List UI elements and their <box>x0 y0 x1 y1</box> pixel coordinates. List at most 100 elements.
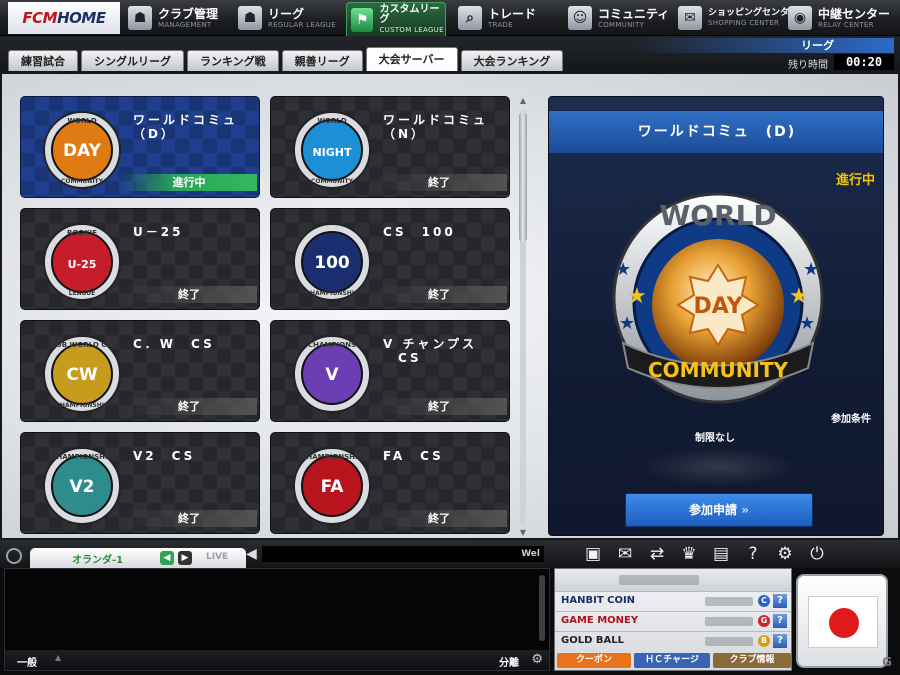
gold-ball-help-button[interactable]: ? <box>773 634 787 648</box>
nav-club-management[interactable]: ☗ クラブ管理 MANAGEMENT <box>124 2 218 34</box>
currency-row-gold-ball: GOLD BALL B ? <box>555 631 791 650</box>
list-scrollbar[interactable]: ▲ ▼ <box>516 96 530 538</box>
tournament-card-world-community-day[interactable]: DAY WORLD COMMUNITY ワールドコミュ （D） 進行中 <box>20 96 260 198</box>
u-25-badge-icon: U-25 ROOKIE LEAGUE <box>43 223 121 301</box>
bottom-toolbar: オランダ-1 ◀ ▶ LIVE ◀ Wel ▣ ✉ ⇄ ♛ ▤ ? ⚙ ⏻ <box>0 540 900 568</box>
tournament-card-cw-cs[interactable]: CW CLUB WORLD CUP CHAMPIONSHIP C．W CS 終了 <box>20 320 260 422</box>
club-flag[interactable] <box>796 574 888 668</box>
gear-icon[interactable]: ⚙ <box>774 543 796 565</box>
scroll-thumb[interactable] <box>519 112 527 242</box>
svg-text:★: ★ <box>615 259 631 280</box>
remaining-time-value: 00:20 <box>834 54 894 70</box>
svg-text:★: ★ <box>627 284 647 309</box>
chat-general-button[interactable]: 一般 <box>17 654 37 669</box>
hanbit-coin-symbol-icon: C <box>758 595 770 607</box>
profile-icon[interactable]: ▣ <box>582 543 604 565</box>
scroll-down-icon[interactable]: ▼ <box>518 528 528 538</box>
cs-100-badge-icon: 100 CHAMPIONSHIP <box>293 223 371 301</box>
hc-charge-button[interactable]: ＨＣチャージ <box>634 653 710 668</box>
tournament-card-world-community-night[interactable]: NIGHT WORLD COMMUNITY ワールドコミュ （N） 終了 <box>270 96 510 198</box>
cw-cs-badge-icon: CW CLUB WORLD CUP CHAMPIONSHIP <box>43 335 121 413</box>
tournament-card-v2-cs[interactable]: V2 CHAMPIONSHIP V2 CS 終了 <box>20 432 260 534</box>
badge-bottom-text: LEAGUE <box>69 290 95 297</box>
emblem-bottom-text: COMMUNITY <box>648 358 789 382</box>
nav-community[interactable]: ☺ コミュニティ COMMUNITY <box>564 2 669 34</box>
channel-next-button[interactable]: ▶ <box>178 551 192 565</box>
badge-top-text: WORLD <box>67 117 97 125</box>
badge-top-text: CLUB WORLD CUP <box>47 341 118 349</box>
tournament-name: ワールドコミュ （N） <box>383 113 489 141</box>
emblem-top-text: WORLD <box>659 199 776 232</box>
tournament-status: 終了 <box>121 398 257 415</box>
channel-prev-button[interactable]: ◀ <box>160 551 174 565</box>
volume-icon[interactable]: ◀ <box>246 546 260 562</box>
nav-custom-league[interactable]: ⚑ カスタムリーグ CUSTOM LEAGUE <box>346 2 446 36</box>
remaining-time-label: 残り時間 <box>788 60 828 71</box>
hanbit-coin-help-button[interactable]: ? <box>773 594 787 608</box>
system-icons: ▣ ✉ ⇄ ♛ ▤ ? ⚙ ⏻ <box>582 543 828 565</box>
tab-friendly-league[interactable]: 親善リーグ <box>281 50 363 71</box>
chat-scrollbar[interactable] <box>539 575 545 641</box>
chat-window[interactable]: 一般 ▲ 分離 ⚙ <box>4 568 550 671</box>
double-chevron-right-icon: » <box>741 503 749 517</box>
power-icon[interactable]: ⏻ <box>806 543 828 565</box>
tournament-card-u-25[interactable]: U-25 ROOKIE LEAGUE U－25 終了 <box>20 208 260 310</box>
blurred-amount <box>705 637 753 646</box>
mail-icon[interactable]: ✉ <box>614 543 636 565</box>
svg-text:★: ★ <box>789 284 809 309</box>
tournament-name: C．W CS <box>133 337 215 351</box>
nav-regular-league[interactable]: ☗ リーグ REGULAR LEAGUE <box>234 2 336 34</box>
tournament-card-cs-100[interactable]: 100 CHAMPIONSHIP CS 100 終了 <box>270 208 510 310</box>
chat-expand-icon[interactable]: ▲ <box>55 653 61 662</box>
club-info-button[interactable]: クラブ情報 <box>713 653 791 668</box>
currency-label: HANBIT COIN <box>561 595 636 606</box>
tab-tournament-server[interactable]: 大会サーバー <box>365 47 458 71</box>
japan-flag-icon <box>808 596 878 648</box>
nav-relay-center[interactable]: ◉ 中継センター RELAY CENTER <box>784 2 890 34</box>
help-icon[interactable]: ? <box>742 543 764 565</box>
blurred-amount <box>705 617 753 626</box>
badge-top-text: CHAMPIONS <box>308 341 356 349</box>
sub-tab-bar: 練習試合 シングルリーグ ランキング戦 親善リーグ 大会サーバー 大会ランキング… <box>0 36 900 72</box>
blurred-amount <box>705 597 753 606</box>
trophy-icon[interactable]: ♛ <box>678 543 700 565</box>
shop-icon: ✉ <box>678 6 702 30</box>
chat-channel-tab[interactable]: オランダ-1 ◀ ▶ LIVE <box>30 548 246 568</box>
tab-tournament-ranking[interactable]: 大会ランキング <box>460 50 564 71</box>
participation-condition-value: 制限なし <box>695 433 735 444</box>
currency-panel: HANBIT COIN C ? GAME MONEY G ? GOLD BALL… <box>554 568 792 671</box>
apply-button[interactable]: 参加申請 » <box>625 493 813 527</box>
tab-practice-match[interactable]: 練習試合 <box>8 50 78 71</box>
chat-settings-icon[interactable]: ⚙ <box>531 652 543 667</box>
tournament-status: 終了 <box>121 286 257 303</box>
fa-cs-badge-icon: FA CHAMPIONSHIP <box>293 447 371 525</box>
badge-mid-text: V <box>325 365 339 385</box>
badge-top-text: CHAMPIONSHIP <box>301 453 363 461</box>
tournament-status: 終了 <box>371 286 507 303</box>
chat-toggle-icon[interactable] <box>6 548 22 564</box>
tournament-status: 進行中 <box>121 174 257 191</box>
game-money-help-button[interactable]: ? <box>773 614 787 628</box>
coupon-button[interactable]: クーポン <box>557 653 631 668</box>
flag-icon: ⚑ <box>351 7 374 32</box>
message-icon[interactable]: ▤ <box>710 543 732 565</box>
tournament-status: 終了 <box>371 174 507 191</box>
main-panel: DAY WORLD COMMUNITY ワールドコミュ （D） 進行中 NIGH… <box>0 72 900 540</box>
club-icon: ☗ <box>128 6 152 30</box>
nav-trade[interactable]: ⌕ トレード TRADE <box>454 2 536 34</box>
chat-channel-name: オランダ-1 <box>72 555 124 566</box>
chat-split-button[interactable]: 分離 <box>499 654 519 669</box>
tournament-card-v-champs-cs[interactable]: V CHAMPIONS V チャンプス CS 終了 <box>270 320 510 422</box>
search-icon: ⌕ <box>458 6 482 30</box>
transfer-icon[interactable]: ⇄ <box>646 543 668 565</box>
currency-row-game-money: GAME MONEY G ? <box>555 611 791 630</box>
tab-single-league[interactable]: シングルリーグ <box>81 50 184 71</box>
emblem-reflection <box>639 447 799 487</box>
tournament-card-fa-cs[interactable]: FA CHAMPIONSHIP FA CS 終了 <box>270 432 510 534</box>
fcm-home-logo[interactable]: FCMHOME <box>8 2 120 34</box>
nav-shopping-center[interactable]: ✉ ショッピングセンター SHOPPING CENTER <box>674 2 798 34</box>
svg-text:★: ★ <box>799 313 815 334</box>
badge-mid-text: 100 <box>314 253 350 273</box>
tab-ranking-match[interactable]: ランキング戦 <box>187 50 279 71</box>
scroll-up-icon[interactable]: ▲ <box>518 96 528 106</box>
